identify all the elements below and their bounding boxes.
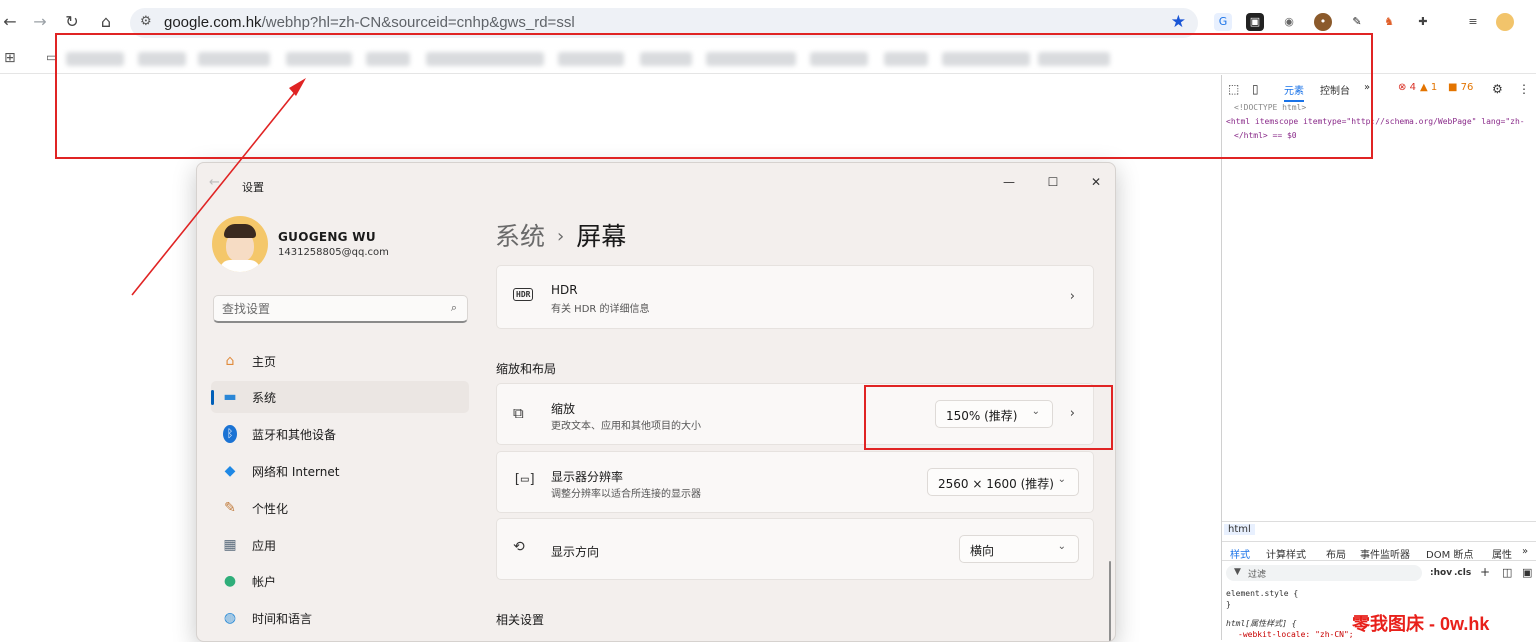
annotation-arrow bbox=[131, 78, 306, 296]
watermark: 零我图床 - 0w.hk bbox=[1352, 614, 1490, 634]
